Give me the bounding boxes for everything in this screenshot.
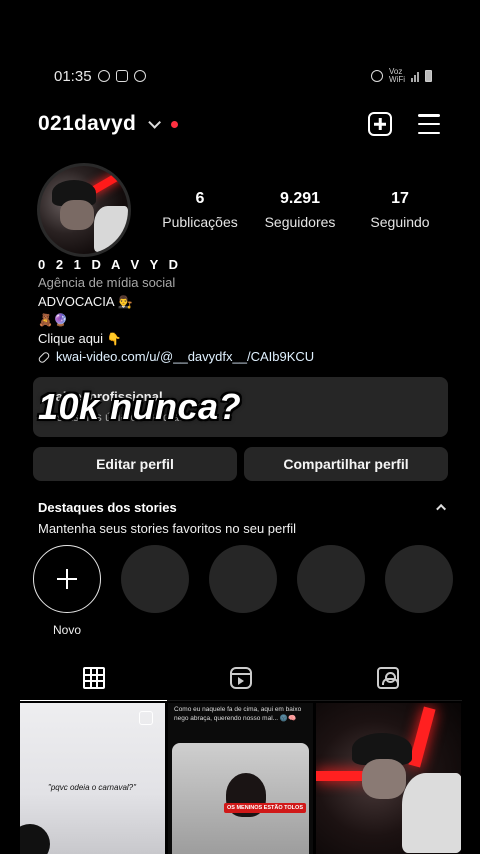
bio-link-text: kwai-video.com/u/@__davydfx__/CAIb9KCU xyxy=(56,349,315,365)
tab-posts[interactable] xyxy=(20,655,168,701)
post-thumbnail[interactable]: Como eu naquele fa de cima, aqui em baix… xyxy=(168,703,313,854)
bio-link[interactable]: kwai-video.com/u/@__davydfx__/CAIb9KCU xyxy=(37,348,450,366)
menu-icon[interactable] xyxy=(418,114,440,134)
stat-posts-value: 6 xyxy=(195,190,205,207)
status-left: 01:35 xyxy=(54,68,146,85)
tab-tagged[interactable] xyxy=(315,655,462,700)
highlights-subtitle: Mantenha seus stories favoritos no seu p… xyxy=(38,521,296,536)
plus-icon xyxy=(33,545,101,613)
stat-following-label: Seguindo xyxy=(370,214,430,230)
post-text: Como eu naquele fa de cima, aqui em baix… xyxy=(174,706,302,722)
network-label: Voz WiFi xyxy=(389,67,405,84)
stat-followers-label: Seguidores xyxy=(264,214,336,230)
instagram-notification-icon-2 xyxy=(133,70,146,82)
tagged-icon xyxy=(377,666,400,689)
bio-line-3: Clique aqui 👇 xyxy=(38,330,122,346)
display-name: 0 2 1 D A V Y D xyxy=(38,257,182,272)
stat-following[interactable]: 17 Seguindo xyxy=(358,190,442,230)
instagram-notification-icon xyxy=(97,70,110,82)
profile-tabs xyxy=(20,655,462,701)
grid-icon xyxy=(82,666,105,689)
highlight-placeholder xyxy=(297,545,365,637)
status-bar: 01:35 Voz WiFi xyxy=(54,64,432,88)
stat-followers-value: 9.291 xyxy=(279,190,321,207)
reel-indicator-icon xyxy=(139,711,153,725)
link-icon xyxy=(37,350,51,364)
judge-emoji: 👨‍⚖️ xyxy=(117,294,133,309)
avatar[interactable] xyxy=(37,163,131,257)
profile-stats: 6 Publicações 9.291 Seguidores 17 Seguin… xyxy=(150,190,450,230)
stat-followers[interactable]: 9.291 Seguidores xyxy=(258,190,342,230)
story-highlights-header: Destaques dos stories Mantenha seus stor… xyxy=(38,500,447,536)
stat-posts-label: Publicações xyxy=(162,214,238,230)
bio-line-1: ADVOCACIA 👨‍⚖️ xyxy=(38,293,133,309)
create-post-icon[interactable] xyxy=(368,112,392,136)
avatar-photo xyxy=(40,166,128,254)
gallery-notification-icon xyxy=(115,70,128,82)
edit-profile-button[interactable]: Editar perfil xyxy=(33,447,237,481)
post-sticker: OS MENINOS ESTÃO TOLOS xyxy=(224,803,306,813)
status-time: 01:35 xyxy=(54,67,92,85)
notification-dot xyxy=(171,120,179,128)
highlight-placeholder xyxy=(385,545,453,637)
overlay-caption: 10k nunca? xyxy=(38,386,242,427)
share-profile-button[interactable]: Compartilhar perfil xyxy=(244,447,448,481)
category-label: Agência de mídia social xyxy=(38,275,176,291)
new-highlight[interactable]: Novo xyxy=(33,545,101,637)
header-actions xyxy=(368,112,440,136)
signal-icon xyxy=(411,71,419,82)
profile-bio: 0 2 1 D A V Y D Agência de mídia social … xyxy=(37,256,450,366)
username: 021davyd xyxy=(38,112,137,135)
highlight-placeholder xyxy=(209,545,277,637)
profile-header: 021davyd xyxy=(38,108,440,140)
alarm-icon xyxy=(371,70,383,82)
pointing-down-emoji: 👇 xyxy=(106,331,122,346)
post-caption: "pqvc odeia o carnaval?" xyxy=(48,783,136,792)
chevron-down-icon xyxy=(148,115,162,129)
post-thumbnail[interactable]: "pqvc odeia o carnaval?" xyxy=(20,703,165,854)
tab-reels[interactable] xyxy=(167,655,314,700)
story-highlights: Novo xyxy=(33,545,480,637)
highlights-title: Destaques dos stories xyxy=(38,500,177,515)
status-right: Voz WiFi xyxy=(371,68,432,84)
chevron-up-icon[interactable] xyxy=(436,503,447,514)
reels-icon xyxy=(229,666,252,689)
stat-following-value: 17 xyxy=(391,190,409,207)
profile-actions: Editar perfil Compartilhar perfil xyxy=(33,447,448,481)
posts-grid: "pqvc odeia o carnaval?" Como eu naquele… xyxy=(20,703,462,854)
bio-line-2: 🧸🔮 xyxy=(38,313,68,328)
battery-icon xyxy=(425,70,432,82)
new-highlight-label: Novo xyxy=(52,623,81,637)
stat-posts[interactable]: 6 Publicações xyxy=(158,190,242,230)
highlight-placeholder xyxy=(121,545,189,637)
post-thumbnail[interactable] xyxy=(316,703,461,854)
account-switcher[interactable]: 021davyd xyxy=(38,112,179,136)
